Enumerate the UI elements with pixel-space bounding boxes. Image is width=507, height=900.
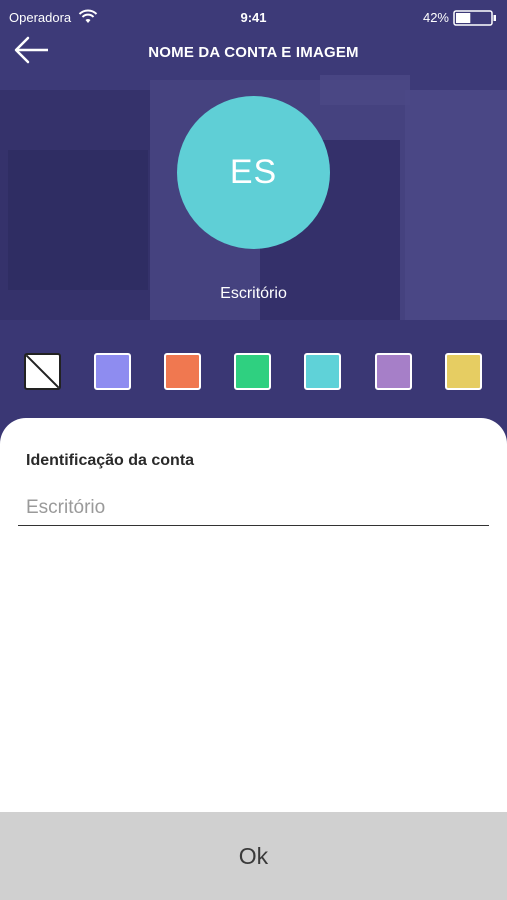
- color-swatch-periwinkle[interactable]: [94, 353, 131, 390]
- account-id-input[interactable]: [18, 490, 489, 526]
- color-swatch-none[interactable]: [24, 353, 61, 390]
- avatar-initials: ES: [229, 153, 278, 191]
- color-swatch-cyan[interactable]: [304, 353, 341, 390]
- ok-button[interactable]: Ok: [0, 812, 507, 900]
- account-id-label: Identificação da conta: [26, 452, 195, 469]
- color-swatch-green[interactable]: [234, 353, 271, 390]
- no-color-icon: [26, 355, 59, 388]
- navigation-bar: NOME DA CONTA E IMAGEM: [0, 36, 507, 70]
- battery-percentage: 42%: [422, 10, 449, 25]
- account-avatar[interactable]: ES: [177, 96, 330, 249]
- color-swatch-purple[interactable]: [375, 353, 412, 390]
- battery-icon: [453, 10, 496, 26]
- account-name: Escritório: [220, 285, 287, 302]
- header-background: Operadora 9:41 42% NOME DA CONTA E IMAGE…: [0, 0, 507, 470]
- color-swatch-yellow[interactable]: [445, 353, 482, 390]
- color-swatch-orange[interactable]: [164, 353, 201, 390]
- form-sheet: Identificação da conta: [0, 418, 507, 813]
- status-bar: Operadora 9:41 42%: [0, 0, 507, 36]
- page-title: NOME DA CONTA E IMAGEM: [148, 44, 359, 61]
